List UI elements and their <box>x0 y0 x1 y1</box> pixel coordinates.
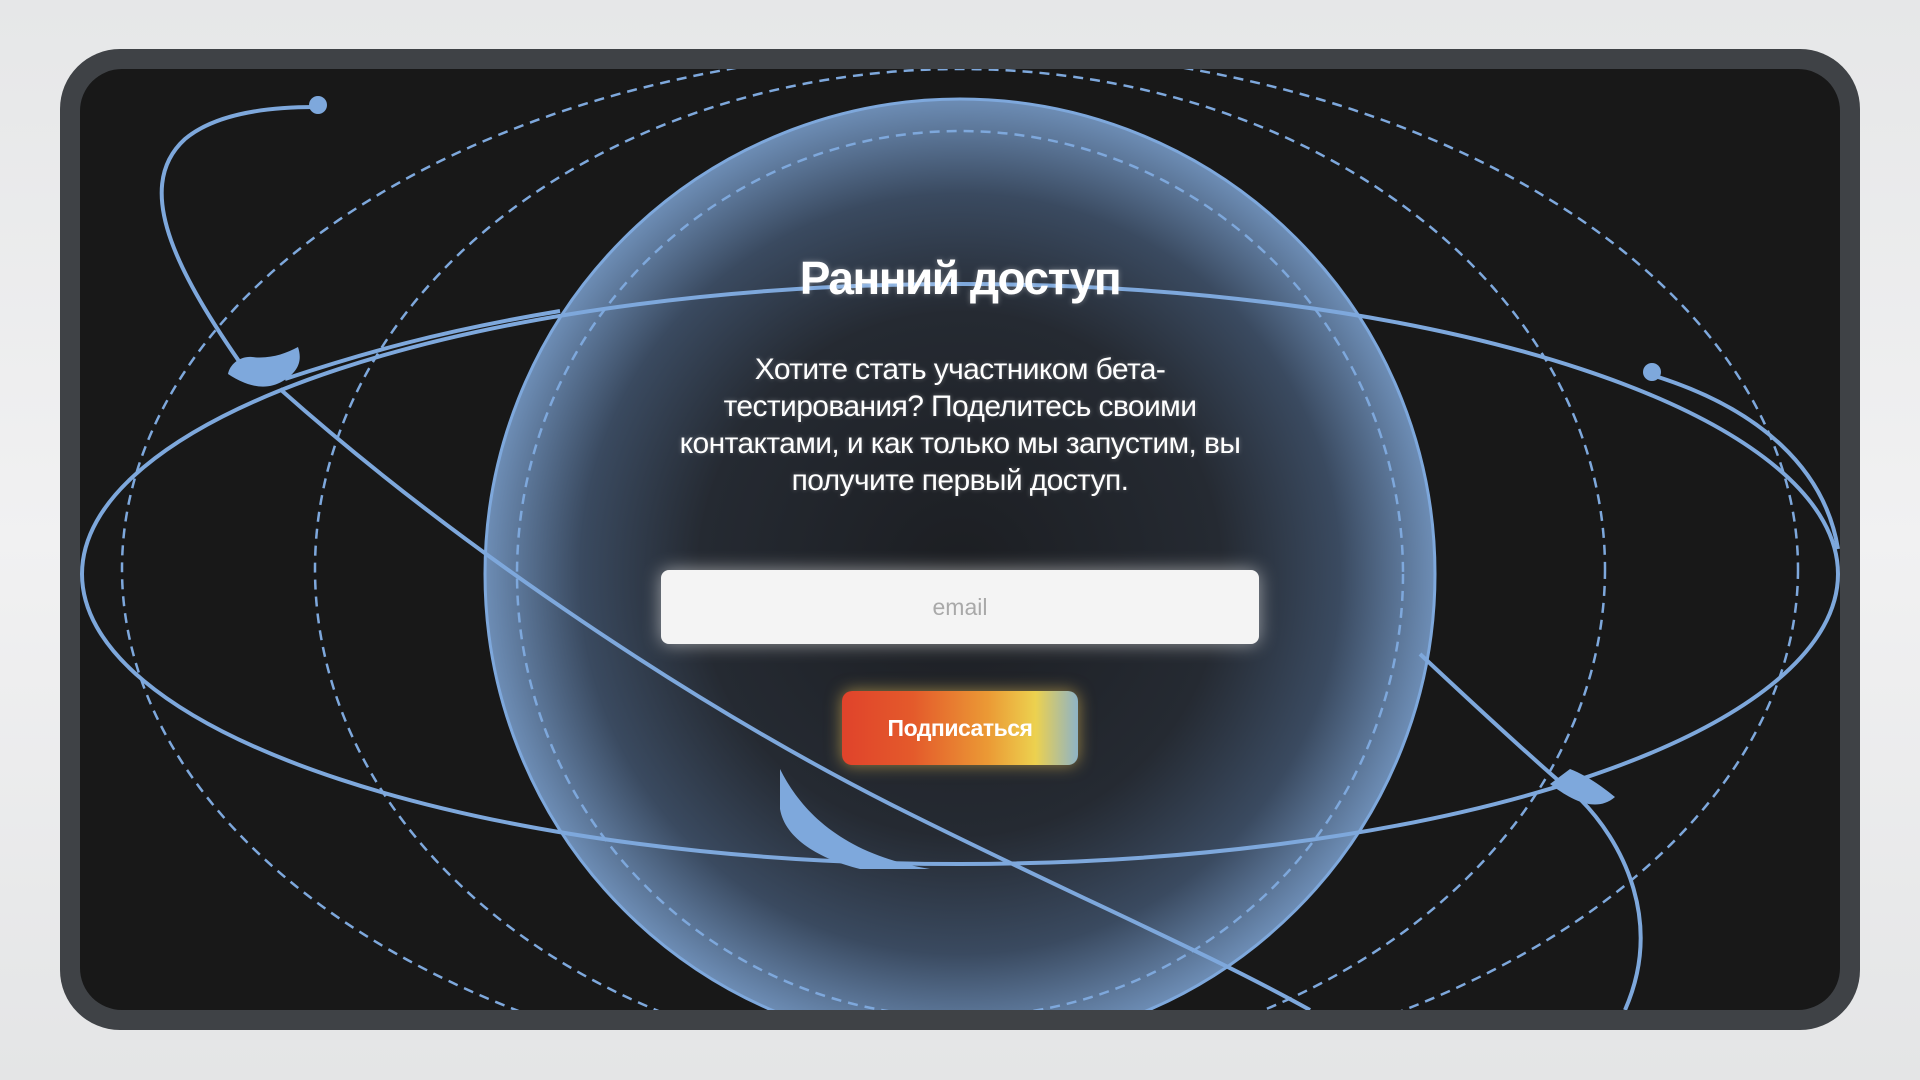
page-description: Хотите стать участником бета-тестировани… <box>679 353 1241 497</box>
subscribe-button[interactable]: Подписаться <box>842 691 1078 765</box>
page-title: Ранний доступ <box>799 252 1122 304</box>
email-input[interactable] <box>661 570 1259 644</box>
screen: Ранний доступ Хотите стать участником бе… <box>80 69 1840 1010</box>
early-access-panel: Ранний доступ Хотите стать участником бе… <box>80 69 1840 1010</box>
device-frame: Ранний доступ Хотите стать участником бе… <box>60 49 1860 1030</box>
